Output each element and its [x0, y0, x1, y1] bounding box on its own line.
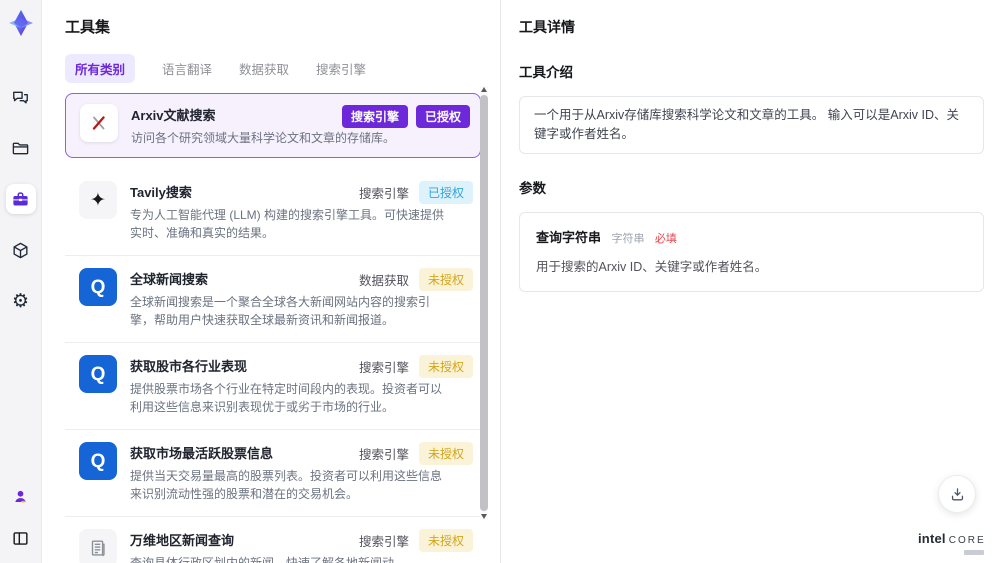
- intro-heading: 工具介绍: [519, 65, 573, 80]
- tool-card-global-news[interactable]: Q 全球新闻搜索 全球新闻搜索是一个聚合全球各大新闻网站内容的搜索引擎，帮助用户…: [65, 256, 481, 343]
- q-news-logo-icon: Q: [79, 268, 117, 306]
- tool-card-sector-performance[interactable]: Q 获取股市各行业表现 提供股票市场各个行业在特定时间段内的表现。投资者可以利用…: [65, 343, 481, 430]
- rail-bottom: [6, 481, 36, 553]
- category-label: 搜索引擎: [358, 361, 409, 375]
- category-label: 数据获取: [358, 274, 409, 288]
- intel-badge-bar: [964, 550, 984, 555]
- left-rail: ⚙: [0, 0, 42, 563]
- toolset-title: 工具集: [65, 19, 111, 36]
- auth-status-badge: 已授权: [415, 105, 470, 128]
- intel-wordmark: intel: [918, 531, 946, 546]
- category-tabs: 所有类别 语言翻译 数据获取 搜索引擎: [65, 54, 500, 83]
- tool-list: Arxiv文献搜索 访问各个研究领域大量科学论文和文章的存储库。 搜索引擎 已授…: [65, 93, 481, 563]
- panel-toggle-icon[interactable]: [6, 523, 36, 553]
- tab-language-translation[interactable]: 语言翻译: [162, 54, 212, 83]
- scrollbar-thumb[interactable]: [480, 95, 488, 511]
- toolset-panel: 工具集 所有类别 语言翻译 数据获取 搜索引擎 Arxiv文献搜索 访问各个研究…: [42, 0, 500, 563]
- detail-title: 工具详情: [519, 19, 575, 35]
- core-wordmark: CORE: [948, 535, 986, 546]
- tool-card-arxiv[interactable]: Arxiv文献搜索 访问各个研究领域大量科学论文和文章的存储库。 搜索引擎 已授…: [65, 93, 481, 158]
- category-label: 搜索引擎: [358, 187, 409, 201]
- scrollbar-up-arrow-icon[interactable]: [481, 87, 487, 92]
- category-badge: 搜索引擎: [341, 105, 408, 128]
- params-heading: 参数: [519, 180, 546, 196]
- tool-description: 全球新闻搜索是一个聚合全球各大新闻网站内容的搜索引擎，帮助用户快速获取全球最新资…: [130, 295, 431, 327]
- rail-nav: ⚙: [5, 82, 36, 316]
- newspaper-icon: [79, 529, 117, 563]
- param-description: 用于搜索的Arxiv ID、关键字或作者姓名。: [536, 259, 768, 274]
- app-logo: [6, 8, 36, 38]
- cube-icon[interactable]: [6, 235, 36, 265]
- q-news-logo-icon: Q: [79, 355, 117, 393]
- param-required-flag: 必填: [654, 232, 677, 245]
- auth-status-badge: 未授权: [418, 442, 473, 465]
- tool-description: 查询具体行政区划内的新闻，快速了解各地新闻动: [130, 556, 395, 563]
- intro-card: 一个用于从Arxiv存储库搜索科学论文和文章的工具。 输入可以是Arxiv ID…: [519, 96, 984, 154]
- category-label: 搜索引擎: [358, 448, 409, 462]
- app-window: ⚙ 工具集 所有类别 语言翻译 数据获取 搜索引擎 Arxiv文献搜索 访问各个…: [0, 0, 1000, 563]
- chat-icon[interactable]: [6, 82, 36, 112]
- scrollbar-down-arrow-icon[interactable]: [481, 514, 487, 519]
- param-type: 字符串: [611, 232, 645, 245]
- toolbox-icon[interactable]: [5, 184, 36, 214]
- download-icon: [951, 487, 963, 500]
- tool-description: 提供股票市场各个行业在特定时间段内的表现。投资者可以利用这些信息来识别表现优于或…: [130, 382, 443, 414]
- download-button[interactable]: [938, 475, 976, 513]
- intel-core-logo: intel CORE: [918, 531, 984, 555]
- auth-status-badge: 未授权: [418, 355, 473, 378]
- tool-description: 提供当天交易量最高的股票列表。投资者可以利用这些信息来识别流动性强的股票和潜在的…: [130, 469, 443, 501]
- tool-description: 专为人工智能代理 (LLM) 构建的搜索引擎工具。可快速提供实时、准确和真实的结…: [130, 208, 445, 240]
- tool-card-regional-news[interactable]: 万维地区新闻查询 查询具体行政区划内的新闻，快速了解各地新闻动 搜索引擎 未授权: [65, 517, 481, 563]
- auth-status-badge: 未授权: [418, 268, 473, 291]
- tab-data-acquisition[interactable]: 数据获取: [239, 54, 289, 83]
- param-card: 查询字符串 字符串 必填 用于搜索的Arxiv ID、关键字或作者姓名。: [519, 211, 984, 292]
- user-avatar-icon[interactable]: [6, 481, 36, 511]
- tab-all-categories[interactable]: 所有类别: [65, 54, 136, 83]
- tool-card-tavily[interactable]: ✦ Tavily搜索 专为人工智能代理 (LLM) 构建的搜索引擎工具。可快速提…: [65, 169, 481, 256]
- tavily-star-icon: ✦: [79, 181, 117, 219]
- q-news-logo-icon: Q: [79, 442, 117, 480]
- tool-detail-panel: 工具详情 工具介绍 一个用于从Arxiv存储库搜索科学论文和文章的工具。 输入可…: [500, 0, 1000, 563]
- list-scrollbar[interactable]: [480, 86, 488, 520]
- folder-icon[interactable]: [6, 133, 36, 163]
- tool-card-active-stocks[interactable]: Q 获取市场最活跃股票信息 提供当天交易量最高的股票列表。投资者可以利用这些信息…: [65, 430, 481, 517]
- settings-gear-icon[interactable]: ⚙: [6, 286, 36, 316]
- tab-search-engine[interactable]: 搜索引擎: [316, 54, 366, 83]
- auth-status-badge: 已授权: [418, 181, 473, 204]
- auth-status-badge: 未授权: [418, 529, 473, 552]
- param-name: 查询字符串: [536, 229, 602, 245]
- arxiv-logo-icon: [80, 104, 118, 142]
- category-label: 搜索引擎: [358, 535, 409, 549]
- tool-description: 访问各个研究领域大量科学论文和文章的存储库。: [131, 131, 396, 145]
